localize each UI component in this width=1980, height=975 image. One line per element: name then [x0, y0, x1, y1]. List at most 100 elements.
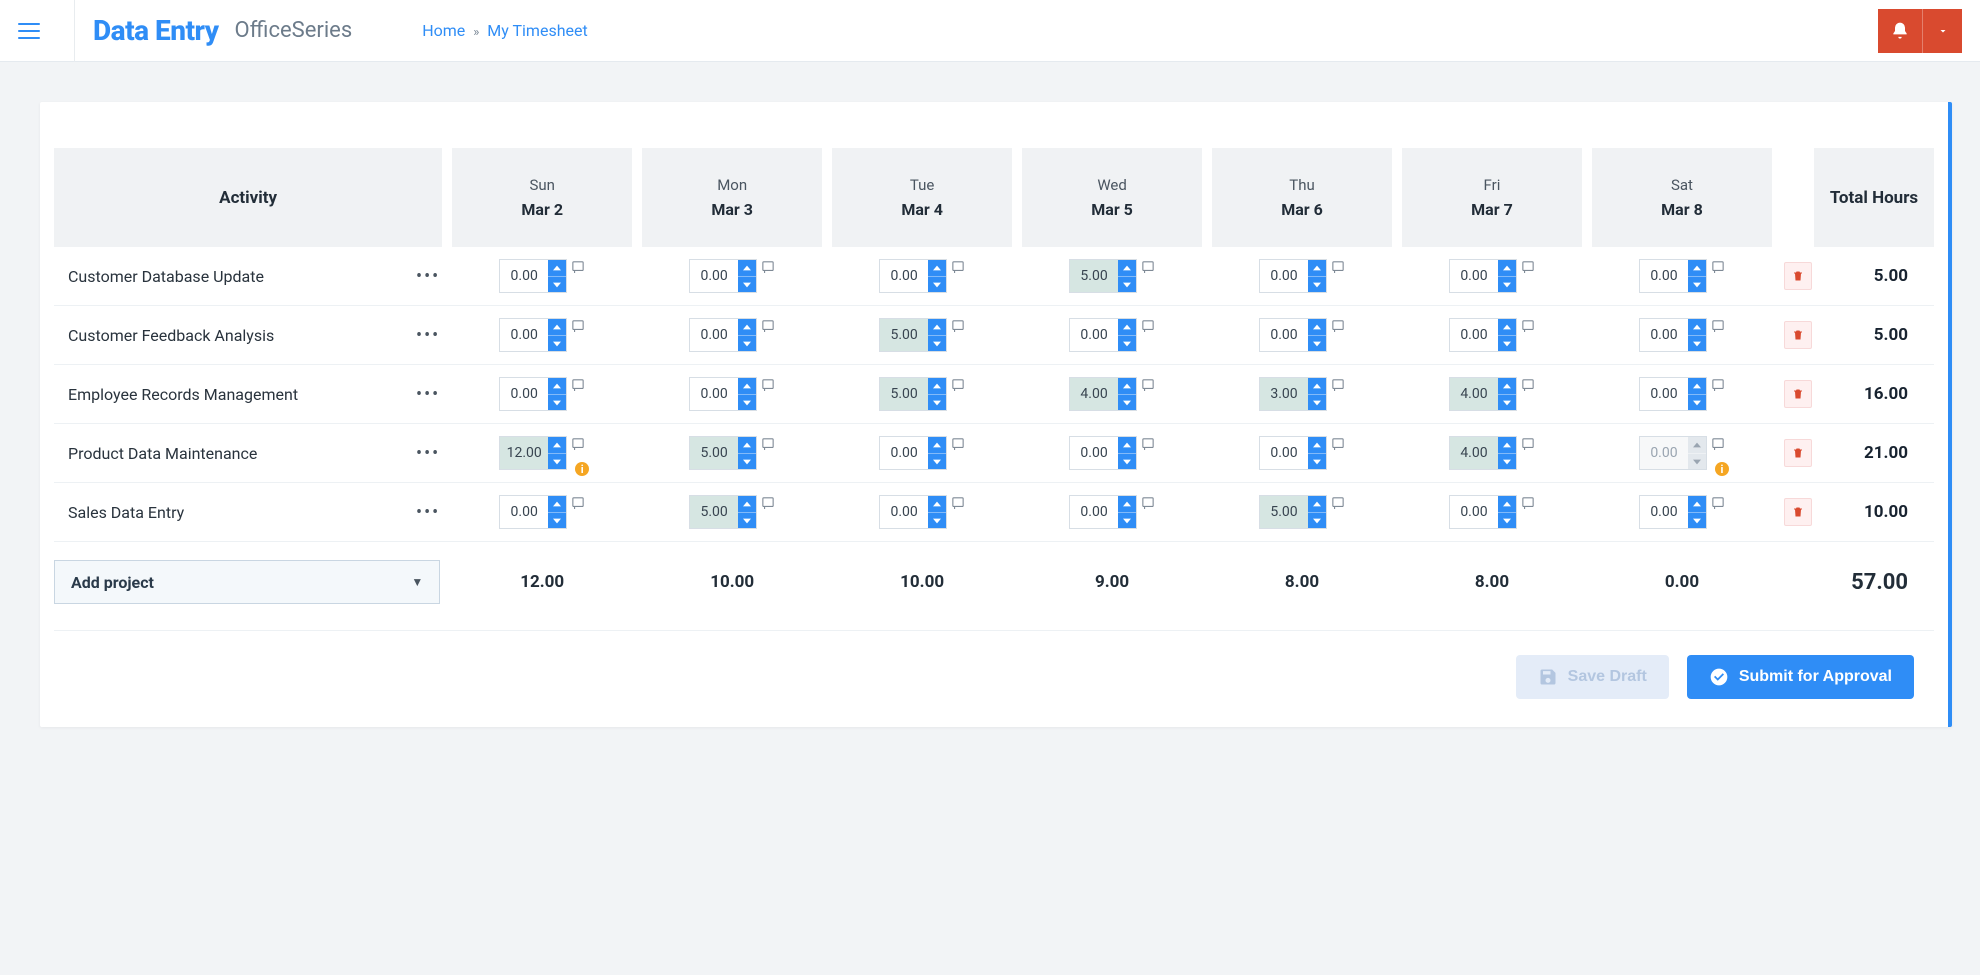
- time-input[interactable]: 5.00: [689, 436, 757, 470]
- time-input[interactable]: 0.00: [1639, 259, 1707, 293]
- stepper-down[interactable]: [1688, 335, 1706, 351]
- time-input[interactable]: 5.00: [1069, 259, 1137, 293]
- note-icon[interactable]: [1711, 261, 1725, 275]
- note-icon[interactable]: [951, 438, 965, 452]
- time-input[interactable]: 0.00: [1449, 259, 1517, 293]
- stepper-down[interactable]: [1118, 394, 1136, 410]
- row-menu-button[interactable]: •••: [414, 365, 442, 424]
- stepper-down[interactable]: [928, 453, 946, 469]
- delete-row-button[interactable]: [1784, 380, 1812, 408]
- stepper-down[interactable]: [1118, 453, 1136, 469]
- stepper-down[interactable]: [1308, 335, 1326, 351]
- time-input[interactable]: 0.00: [1639, 318, 1707, 352]
- stepper-up[interactable]: [1308, 378, 1326, 394]
- note-icon[interactable]: [1521, 261, 1535, 275]
- delete-row-button[interactable]: [1784, 262, 1812, 290]
- stepper-down[interactable]: [1688, 394, 1706, 410]
- stepper-down[interactable]: [1498, 394, 1516, 410]
- stepper-down[interactable]: [1498, 512, 1516, 528]
- stepper-up[interactable]: [548, 260, 566, 276]
- stepper-down[interactable]: [548, 453, 566, 469]
- stepper-down[interactable]: [1118, 276, 1136, 292]
- time-input[interactable]: 0.00: [879, 259, 947, 293]
- time-input[interactable]: 4.00: [1449, 377, 1517, 411]
- time-input[interactable]: 0.00: [1069, 436, 1137, 470]
- note-icon[interactable]: [951, 261, 965, 275]
- stepper-up[interactable]: [928, 319, 946, 335]
- stepper-up[interactable]: [1498, 260, 1516, 276]
- stepper-up[interactable]: [1688, 319, 1706, 335]
- stepper-down[interactable]: [1308, 394, 1326, 410]
- stepper-down[interactable]: [1308, 512, 1326, 528]
- stepper-down[interactable]: [738, 394, 756, 410]
- note-icon[interactable]: [1711, 438, 1725, 452]
- stepper-down[interactable]: [1688, 512, 1706, 528]
- row-menu-button[interactable]: •••: [414, 247, 442, 306]
- stepper-up[interactable]: [928, 496, 946, 512]
- stepper-up[interactable]: [1498, 319, 1516, 335]
- time-input[interactable]: 0.00: [499, 495, 567, 529]
- note-icon[interactable]: [1521, 438, 1535, 452]
- breadcrumb-current[interactable]: My Timesheet: [487, 21, 587, 40]
- note-icon[interactable]: [1521, 497, 1535, 511]
- time-input[interactable]: 0.00: [879, 495, 947, 529]
- delete-row-button[interactable]: [1784, 439, 1812, 467]
- row-menu-button[interactable]: •••: [414, 306, 442, 365]
- time-input[interactable]: 0.00: [1639, 495, 1707, 529]
- stepper-down[interactable]: [548, 394, 566, 410]
- add-project-dropdown[interactable]: Add project▼: [54, 560, 440, 604]
- stepper-up[interactable]: [1118, 437, 1136, 453]
- time-input[interactable]: 12.00: [499, 436, 567, 470]
- note-icon[interactable]: [1711, 497, 1725, 511]
- stepper-down[interactable]: [928, 276, 946, 292]
- stepper-up[interactable]: [548, 496, 566, 512]
- stepper-down[interactable]: [548, 512, 566, 528]
- stepper-up[interactable]: [1498, 496, 1516, 512]
- note-icon[interactable]: [1711, 320, 1725, 334]
- stepper-down[interactable]: [738, 453, 756, 469]
- note-icon[interactable]: [1521, 379, 1535, 393]
- note-icon[interactable]: [1331, 438, 1345, 452]
- time-input[interactable]: 0.00: [1069, 318, 1137, 352]
- note-icon[interactable]: [571, 379, 585, 393]
- stepper-up[interactable]: [1308, 437, 1326, 453]
- time-input[interactable]: 0.00: [689, 377, 757, 411]
- notification-bell-button[interactable]: [1878, 9, 1922, 53]
- note-icon[interactable]: [1331, 261, 1345, 275]
- note-icon[interactable]: [1141, 497, 1155, 511]
- time-input[interactable]: 0.00: [689, 259, 757, 293]
- stepper-up[interactable]: [928, 260, 946, 276]
- note-icon[interactable]: [761, 261, 775, 275]
- time-input[interactable]: 5.00: [1259, 495, 1327, 529]
- stepper-up[interactable]: [1118, 378, 1136, 394]
- time-input[interactable]: 4.00: [1069, 377, 1137, 411]
- stepper-down[interactable]: [738, 335, 756, 351]
- stepper-up[interactable]: [1118, 496, 1136, 512]
- time-input[interactable]: 0.00: [1259, 436, 1327, 470]
- stepper-down[interactable]: [548, 335, 566, 351]
- note-icon[interactable]: [761, 379, 775, 393]
- note-icon[interactable]: [571, 497, 585, 511]
- stepper-up[interactable]: [1118, 319, 1136, 335]
- stepper-up[interactable]: [928, 437, 946, 453]
- time-input[interactable]: 5.00: [879, 318, 947, 352]
- submit-approval-button[interactable]: Submit for Approval: [1687, 655, 1914, 699]
- time-input[interactable]: 0.00: [499, 377, 567, 411]
- note-icon[interactable]: [1331, 320, 1345, 334]
- stepper-up[interactable]: [1118, 260, 1136, 276]
- note-icon[interactable]: [1141, 261, 1155, 275]
- time-input[interactable]: 0.00: [1449, 318, 1517, 352]
- time-input[interactable]: 0.00: [1259, 318, 1327, 352]
- stepper-up[interactable]: [738, 260, 756, 276]
- stepper-down[interactable]: [928, 335, 946, 351]
- note-icon[interactable]: [1521, 320, 1535, 334]
- time-input[interactable]: 5.00: [689, 495, 757, 529]
- stepper-up[interactable]: [548, 378, 566, 394]
- note-icon[interactable]: [761, 497, 775, 511]
- menu-toggle[interactable]: [18, 23, 40, 39]
- time-input[interactable]: 0.00: [689, 318, 757, 352]
- stepper-down[interactable]: [1118, 335, 1136, 351]
- time-input[interactable]: 0.00: [879, 436, 947, 470]
- stepper-down[interactable]: [928, 512, 946, 528]
- delete-row-button[interactable]: [1784, 321, 1812, 349]
